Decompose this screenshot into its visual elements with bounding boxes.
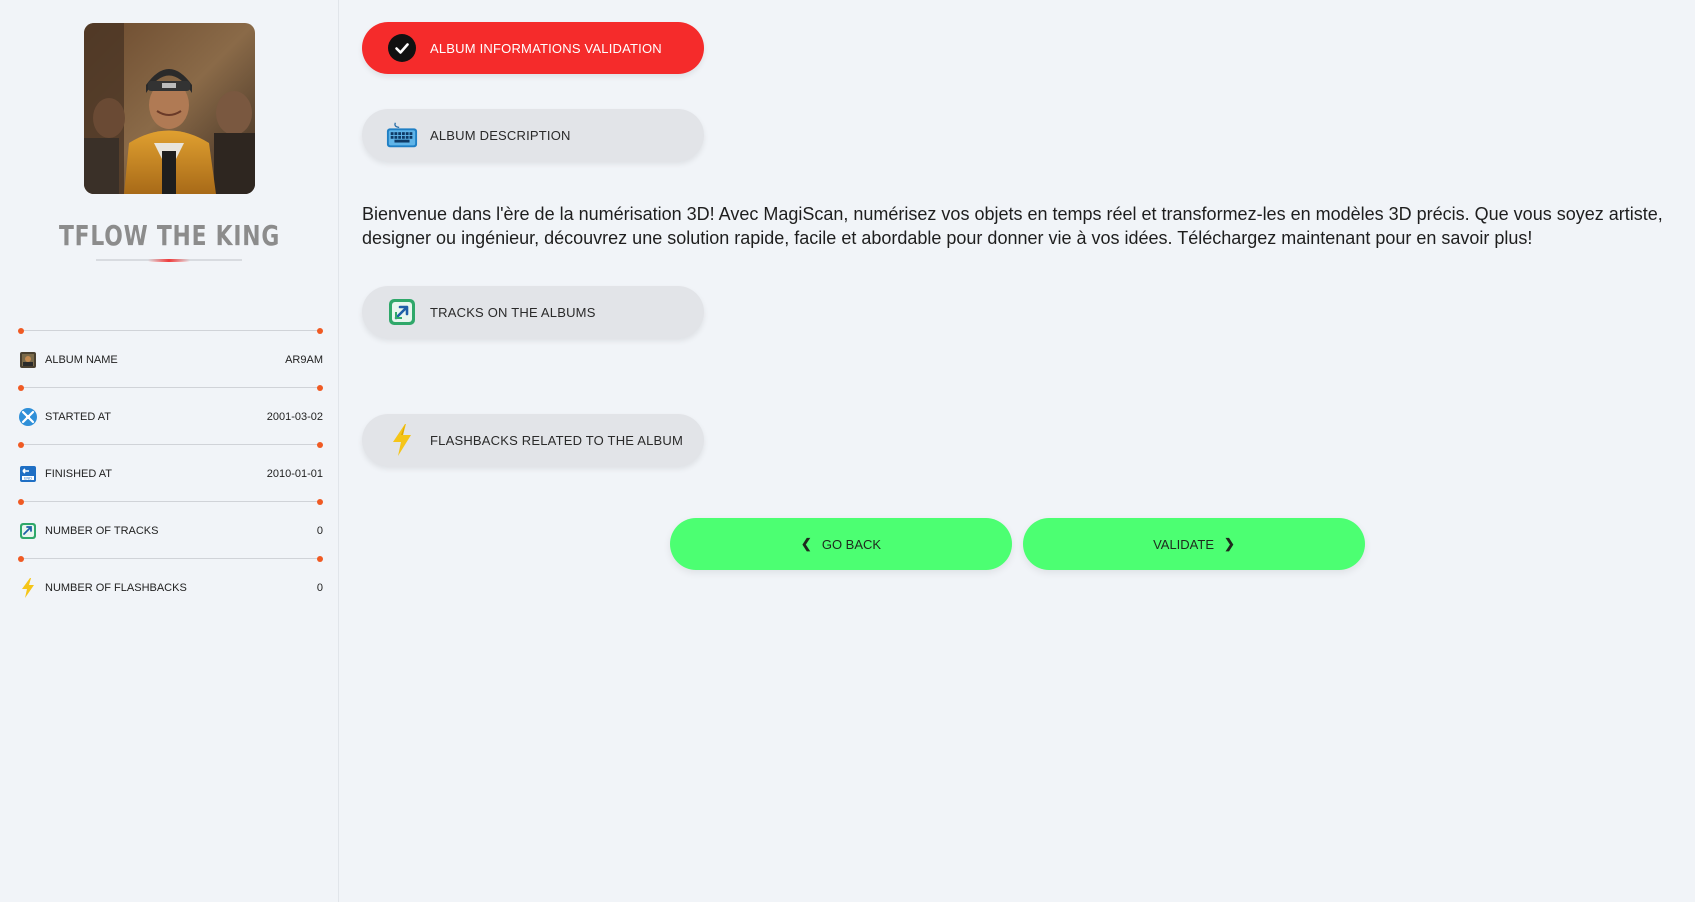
- step-label: TRACKS ON THE ALBUMS: [430, 304, 596, 320]
- info-value: 0: [316, 581, 323, 594]
- tracks-icon: [386, 296, 418, 328]
- end-icon: END: [18, 464, 38, 484]
- artist-name-underline-accent: [148, 259, 190, 262]
- step-flashbacks-related-to-the-album[interactable]: FLASHBACKS RELATED TO THE ALBUM: [362, 414, 704, 466]
- info-label: NUMBER OF TRACKS: [45, 524, 159, 537]
- divider: [18, 325, 323, 337]
- info-row-number-of-flashbacks: NUMBER OF FLASHBACKS 0: [18, 565, 323, 610]
- step-label: ALBUM INFORMATIONS VALIDATION: [430, 40, 662, 56]
- album-cover-icon: [18, 350, 38, 370]
- album-description-text: Bienvenue dans l'ère de la numérisation …: [362, 204, 1663, 248]
- tracks-icon: [18, 521, 38, 541]
- album-info-list: ALBUM NAME AR9AM STARTED AT 2001-03-02 E…: [18, 325, 323, 610]
- album-cover-image: [84, 23, 255, 194]
- checkmark-icon: [386, 32, 418, 64]
- album-cover-photo: [84, 23, 255, 194]
- info-value: 2001-03-02: [266, 410, 323, 423]
- go-back-label: GO BACK: [821, 536, 882, 552]
- info-row-album-name: ALBUM NAME AR9AM: [18, 337, 323, 382]
- divider: [18, 553, 323, 565]
- info-row-number-of-tracks: NUMBER OF TRACKS 0: [18, 508, 323, 553]
- info-value: AR9AM: [285, 353, 323, 366]
- info-value: 0: [316, 524, 323, 537]
- validate-label: VALIDATE: [1153, 536, 1215, 552]
- info-row-started-at: STARTED AT 2001-03-02: [18, 394, 323, 439]
- step-album-description[interactable]: ALBUM DESCRIPTION: [362, 109, 704, 161]
- chevron-left-icon: ❮: [800, 536, 812, 551]
- main-content: ALBUM INFORMATIONS VALIDATION ALBUM DESC…: [339, 0, 1695, 902]
- info-value: 2010-01-01: [266, 467, 323, 480]
- artist-name: TFLOW THE KING: [58, 219, 281, 252]
- step-tracks-on-the-albums[interactable]: TRACKS ON THE ALBUMS: [362, 286, 704, 338]
- app-root: TFLOW THE KING ALBUM NAME AR9AM STARTED …: [0, 0, 1695, 902]
- divider: [18, 439, 323, 451]
- info-label: ALBUM NAME: [45, 353, 118, 366]
- step-label: FLASHBACKS RELATED TO THE ALBUM: [430, 432, 684, 448]
- lightning-icon: [18, 577, 38, 598]
- step-label: ALBUM DESCRIPTION: [430, 127, 571, 143]
- info-label: NUMBER OF FLASHBACKS: [45, 581, 187, 594]
- divider: [18, 496, 323, 508]
- divider: [18, 382, 323, 394]
- step-album-informations-validation[interactable]: ALBUM INFORMATIONS VALIDATION: [362, 22, 704, 74]
- lightning-icon: [386, 424, 418, 456]
- info-label: FINISHED AT: [45, 467, 113, 480]
- keyboard-icon: [386, 119, 418, 151]
- go-back-button[interactable]: ❮ GO BACK: [670, 518, 1012, 570]
- start-icon: [18, 407, 38, 427]
- sidebar: TFLOW THE KING ALBUM NAME AR9AM STARTED …: [0, 0, 339, 902]
- chevron-right-icon: ❯: [1224, 536, 1235, 551]
- info-label: STARTED AT: [45, 410, 112, 423]
- info-row-finished-at: END FINISHED AT 2010-01-01: [18, 451, 323, 496]
- svg-text:END: END: [24, 476, 32, 480]
- validate-button[interactable]: VALIDATE ❯: [1023, 518, 1365, 570]
